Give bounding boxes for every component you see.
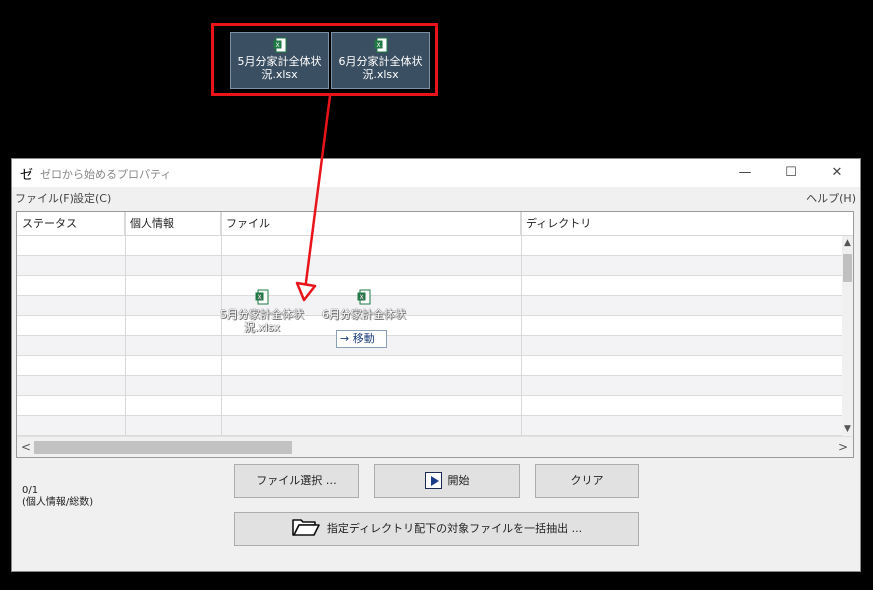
table-row[interactable] [17, 276, 853, 296]
scroll-left-icon[interactable]: < [21, 440, 31, 454]
ghost-file-name: 5月分家計全体状 [220, 308, 304, 321]
count-value: 0/1 [22, 485, 39, 496]
bulk-extract-button[interactable]: 指定ディレクトリ配下の対象ファイルを一括抽出 ... [234, 512, 639, 546]
ghost-file-name: 6月分家計全体状 [322, 308, 406, 321]
file-grid[interactable]: ステータス 個人情報 ファイル ディレクトリ ▲ ▼ < > [16, 211, 854, 458]
excel-file-icon: X [374, 37, 387, 53]
horizontal-scroll-thumb[interactable] [34, 441, 292, 454]
excel-file-icon: X [273, 37, 286, 53]
horizontal-scrollbar[interactable]: < > [17, 436, 853, 457]
table-row[interactable] [17, 396, 853, 416]
folder-open-icon [292, 519, 320, 536]
column-header-personal-info[interactable]: 個人情報 [125, 212, 221, 236]
grid-header: ステータス 個人情報 ファイル ディレクトリ [17, 212, 853, 236]
dragged-file-ext: 況.xlsx [362, 68, 399, 81]
scroll-up-icon[interactable]: ▲ [842, 238, 853, 248]
start-button[interactable]: 開始 [374, 464, 520, 498]
excel-file-icon: X [255, 289, 269, 305]
column-header-directory[interactable]: ディレクトリ [521, 212, 853, 236]
menu-settings[interactable]: 設定(C) [73, 190, 111, 206]
scroll-right-icon[interactable]: > [838, 440, 848, 454]
scroll-down-icon[interactable]: ▼ [842, 424, 853, 434]
drop-ghost-file: X 6月分家計全体状 [314, 289, 414, 321]
column-divider [125, 212, 126, 436]
clear-label: クリア [570, 474, 604, 487]
status-counter: 0/1 (個人情報/総数) [22, 485, 93, 509]
vertical-scrollbar[interactable]: ▲ ▼ [842, 236, 853, 436]
table-row[interactable] [17, 356, 853, 376]
menu-bar: ファイル(F) 設定(C) ヘルプ(H) [12, 187, 860, 207]
table-row[interactable] [17, 256, 853, 276]
dragged-file-june[interactable]: X 6月分家計全体状 況.xlsx [331, 32, 430, 89]
svg-text:X: X [257, 294, 261, 301]
maximize-button[interactable]: ☐ [768, 159, 814, 187]
select-file-button[interactable]: ファイル選択 … [234, 464, 359, 498]
grid-rows [17, 236, 853, 436]
count-label: (個人情報/総数) [22, 497, 94, 508]
table-row[interactable] [17, 316, 853, 336]
drop-move-tooltip: → 移動 [336, 330, 387, 348]
excel-file-icon: X [357, 289, 371, 305]
svg-text:X: X [359, 294, 363, 301]
column-divider [521, 212, 522, 436]
minimize-button[interactable]: — [722, 159, 768, 187]
svg-text:X: X [275, 42, 279, 49]
app-window: ゼ ゼロから始めるプロパティ — ☐ ✕ ファイル(F) 設定(C) ヘルプ(H… [11, 158, 861, 572]
table-row[interactable] [17, 296, 853, 316]
svg-text:X: X [376, 42, 380, 49]
close-button[interactable]: ✕ [814, 159, 860, 187]
dragged-file-name: 5月分家計全体状 [237, 55, 322, 68]
table-row[interactable] [17, 376, 853, 396]
play-icon [424, 471, 442, 489]
dragged-file-may[interactable]: X 5月分家計全体状 況.xlsx [230, 32, 329, 89]
dragged-file-ext: 況.xlsx [261, 68, 298, 81]
select-file-label: ファイル選択 … [256, 474, 337, 487]
column-header-status[interactable]: ステータス [17, 212, 125, 236]
bulk-extract-label: 指定ディレクトリ配下の対象ファイルを一括抽出 ... [326, 522, 583, 535]
vertical-scroll-thumb[interactable] [843, 254, 852, 282]
dragged-file-name: 6月分家計全体状 [338, 55, 423, 68]
clear-button[interactable]: クリア [535, 464, 639, 498]
table-row[interactable] [17, 336, 853, 356]
column-header-file[interactable]: ファイル [221, 212, 521, 236]
drop-ghost-file: X 5月分家計全体状 況.xlsx [212, 289, 312, 334]
menu-help[interactable]: ヘルプ(H) [806, 190, 856, 206]
app-icon: ゼ [20, 168, 34, 183]
table-row[interactable] [17, 416, 853, 436]
start-label: 開始 [447, 474, 470, 487]
ghost-file-ext: 況.xlsx [243, 321, 281, 334]
window-title: ゼロから始めるプロパティ [40, 168, 172, 181]
menu-file[interactable]: ファイル(F) [15, 190, 74, 206]
drag-source-highlight: X 5月分家計全体状 況.xlsx X 6月分家計全体状 況.xlsx [211, 23, 438, 96]
title-bar[interactable]: ゼ ゼロから始めるプロパティ — ☐ ✕ [12, 159, 860, 187]
table-row[interactable] [17, 236, 853, 256]
